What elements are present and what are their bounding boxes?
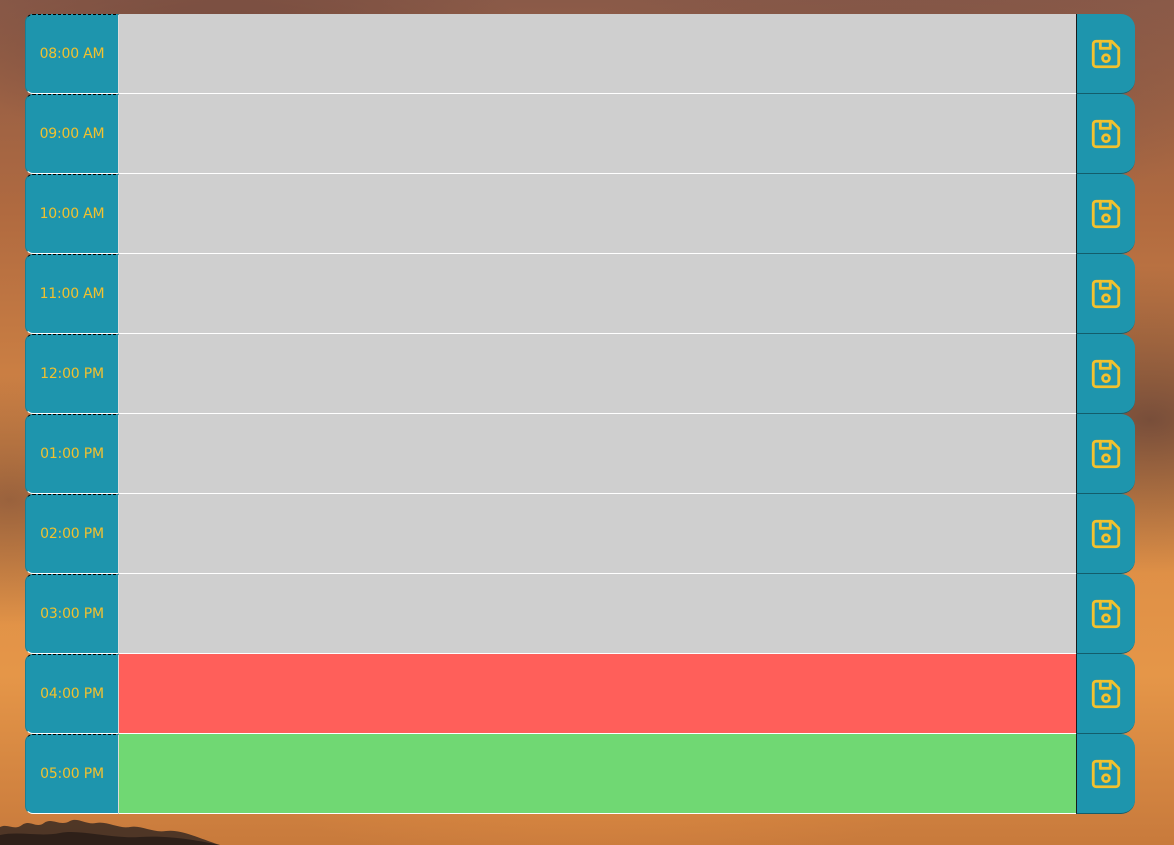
time-block: 09:00 AM	[25, 94, 1135, 174]
event-description-input[interactable]	[119, 734, 1076, 814]
hour-label: 09:00 AM	[25, 94, 119, 174]
day-planner: 08:00 AM 09:00 AM 10:00 AM 11:00 AM 12:0…	[25, 14, 1135, 814]
event-description-input[interactable]	[119, 94, 1076, 174]
time-block: 11:00 AM	[25, 254, 1135, 334]
event-description-input[interactable]	[119, 494, 1076, 574]
time-block: 12:00 PM	[25, 334, 1135, 414]
time-block: 10:00 AM	[25, 174, 1135, 254]
floppy-disk-icon	[1091, 439, 1121, 468]
hour-label: 08:00 AM	[25, 14, 119, 94]
time-block: 08:00 AM	[25, 14, 1135, 94]
save-button[interactable]	[1076, 254, 1135, 334]
save-button[interactable]	[1076, 14, 1135, 94]
floppy-disk-icon	[1091, 679, 1121, 708]
floppy-disk-icon	[1091, 199, 1121, 228]
save-button[interactable]	[1076, 174, 1135, 254]
event-description-input[interactable]	[119, 174, 1076, 254]
save-button[interactable]	[1076, 654, 1135, 734]
floppy-disk-icon	[1091, 759, 1121, 788]
hour-label: 01:00 PM	[25, 414, 119, 494]
hour-label: 02:00 PM	[25, 494, 119, 574]
event-description-input[interactable]	[119, 654, 1076, 734]
save-button[interactable]	[1076, 334, 1135, 414]
save-button[interactable]	[1076, 734, 1135, 814]
hour-label: 05:00 PM	[25, 734, 119, 814]
floppy-disk-icon	[1091, 599, 1121, 628]
time-block: 01:00 PM	[25, 414, 1135, 494]
save-button[interactable]	[1076, 414, 1135, 494]
hour-label: 03:00 PM	[25, 574, 119, 654]
time-block: 03:00 PM	[25, 574, 1135, 654]
hour-label: 11:00 AM	[25, 254, 119, 334]
event-description-input[interactable]	[119, 574, 1076, 654]
floppy-disk-icon	[1091, 279, 1121, 308]
event-description-input[interactable]	[119, 14, 1076, 94]
floppy-disk-icon	[1091, 359, 1121, 388]
event-description-input[interactable]	[119, 414, 1076, 494]
event-description-input[interactable]	[119, 334, 1076, 414]
save-button[interactable]	[1076, 94, 1135, 174]
save-button[interactable]	[1076, 574, 1135, 654]
time-block: 02:00 PM	[25, 494, 1135, 574]
time-block: 05:00 PM	[25, 734, 1135, 814]
save-button[interactable]	[1076, 494, 1135, 574]
time-block: 04:00 PM	[25, 654, 1135, 734]
hour-label: 10:00 AM	[25, 174, 119, 254]
floppy-disk-icon	[1091, 119, 1121, 148]
floppy-disk-icon	[1091, 39, 1121, 68]
event-description-input[interactable]	[119, 254, 1076, 334]
hour-label: 04:00 PM	[25, 654, 119, 734]
floppy-disk-icon	[1091, 519, 1121, 548]
hour-label: 12:00 PM	[25, 334, 119, 414]
